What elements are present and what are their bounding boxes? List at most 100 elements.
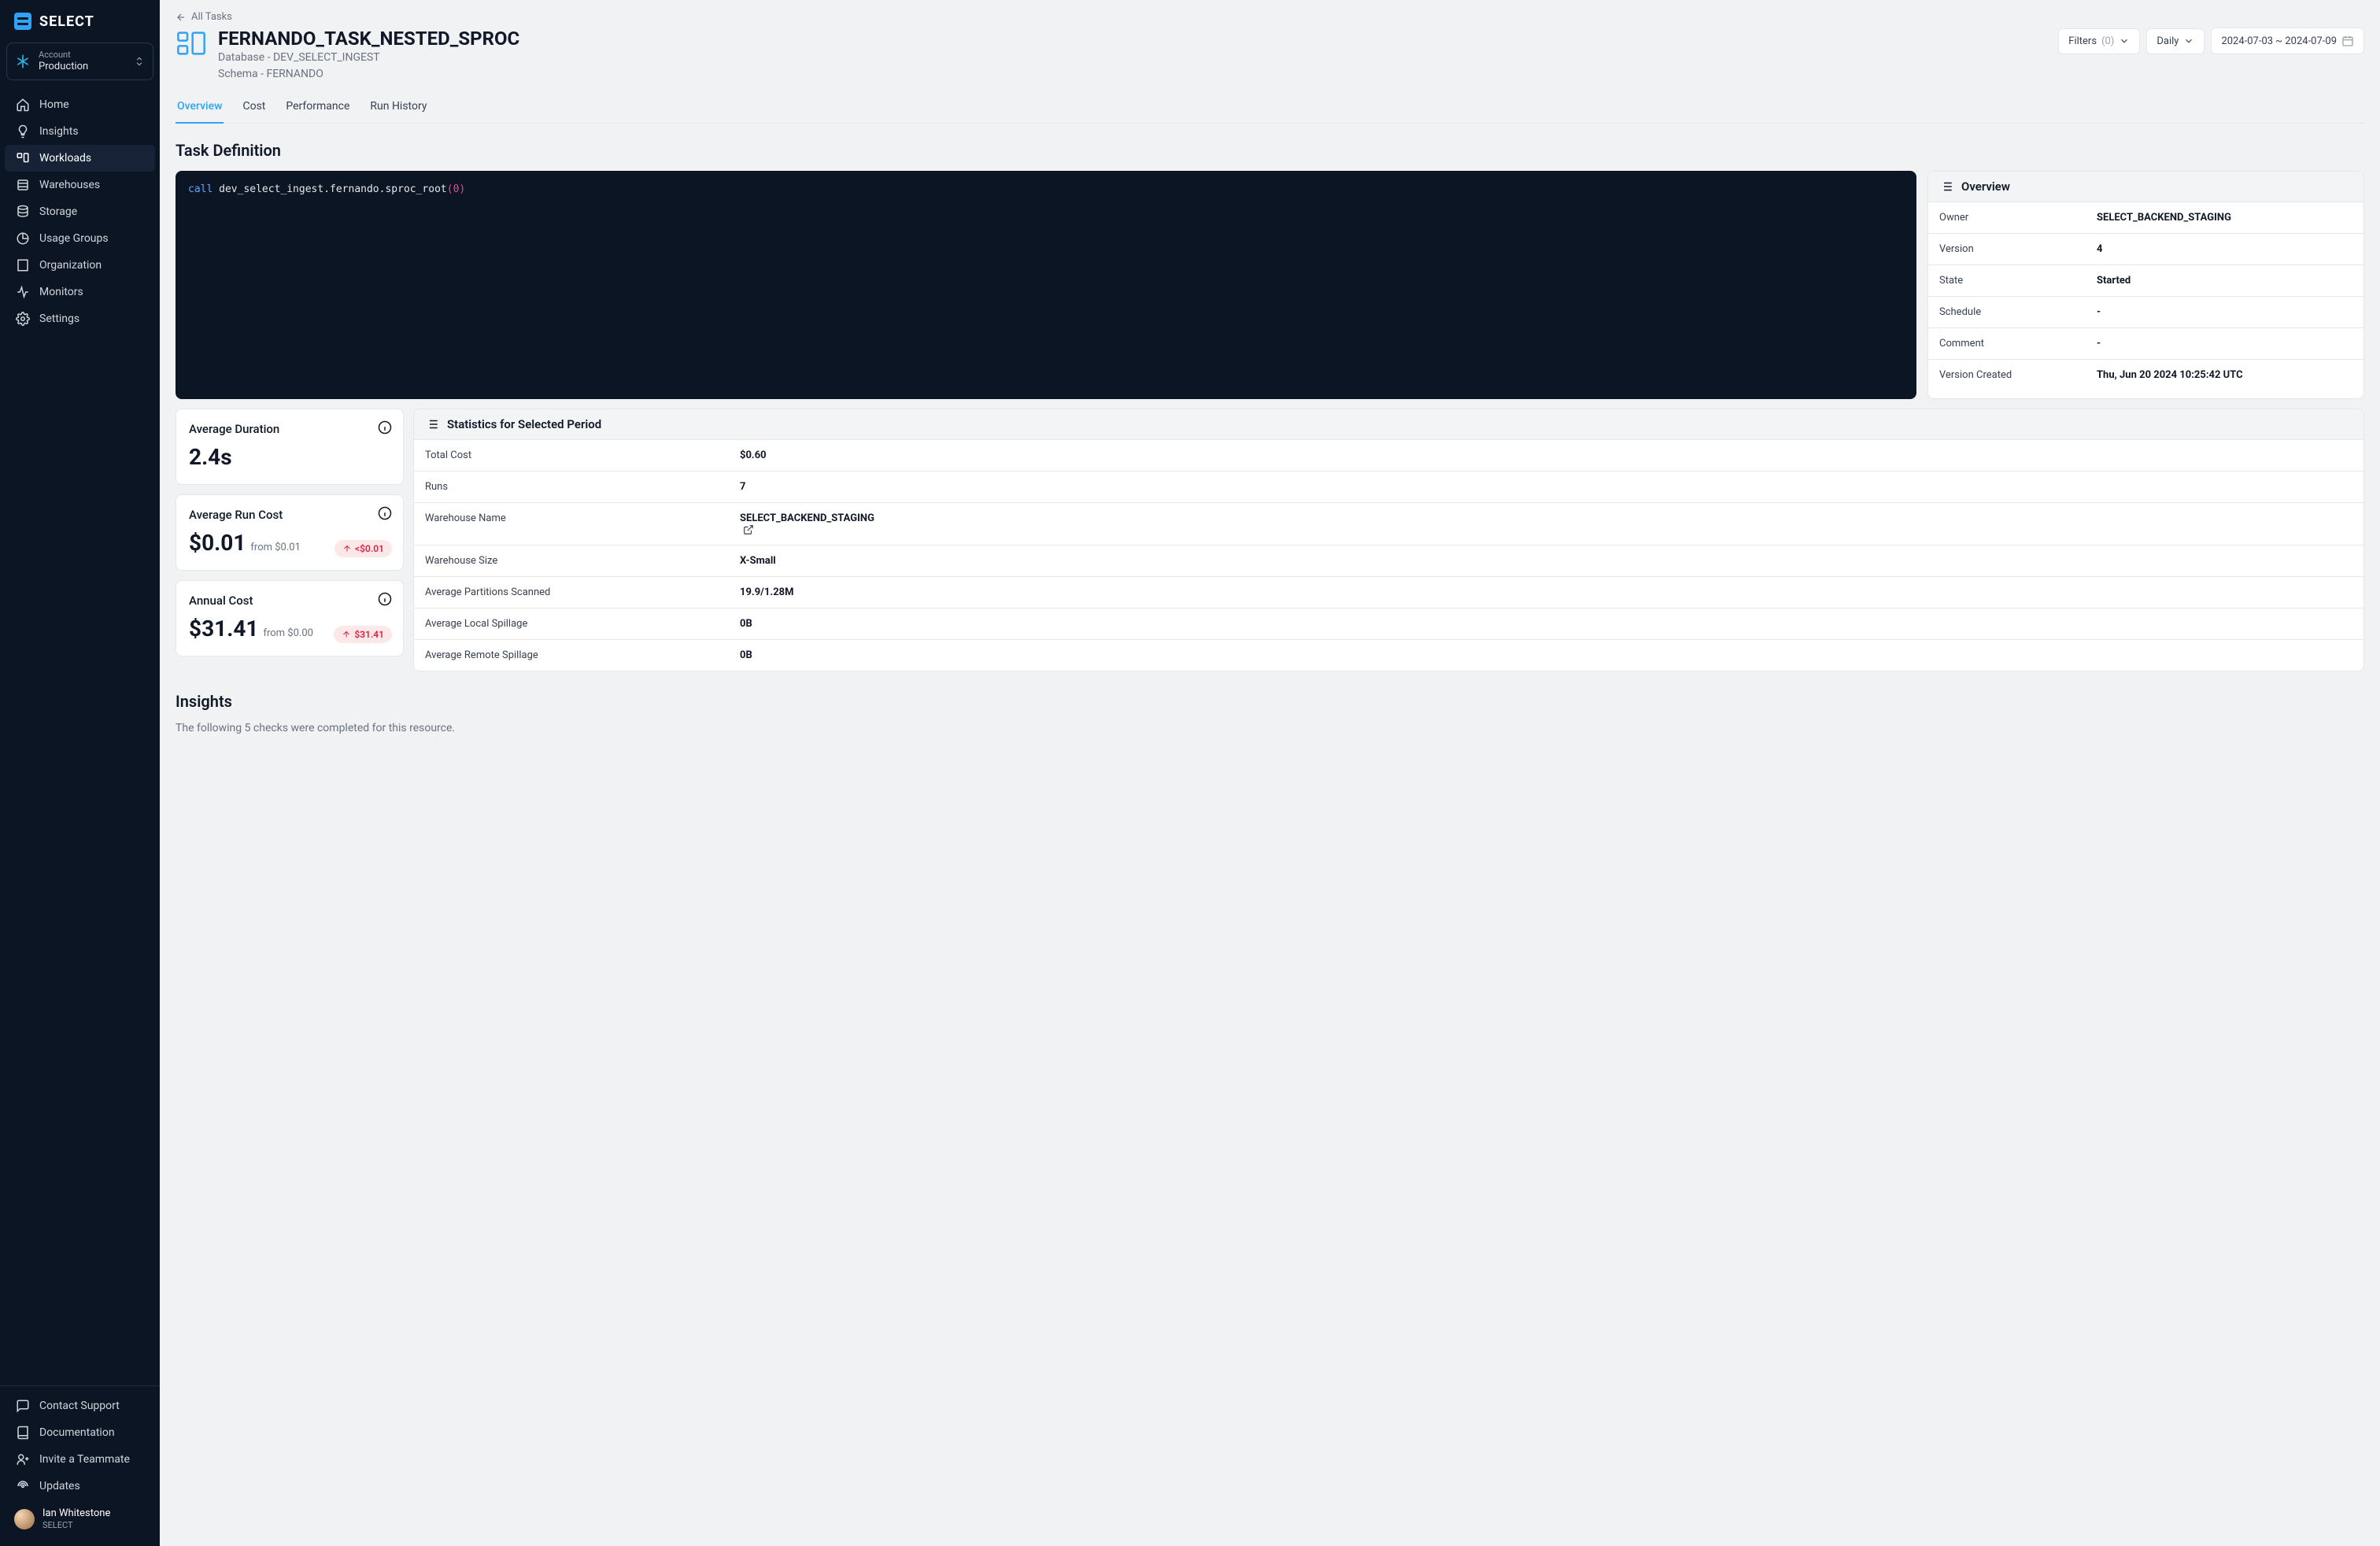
account-selector[interactable]: Account Production — [6, 43, 153, 80]
overview-row: Version CreatedThu, Jun 20 2024 10:25:42… — [1928, 360, 2363, 390]
schema-subtitle: Schema - FERNANDO — [218, 66, 519, 83]
overview-key: Owner — [1939, 212, 2097, 224]
stats-key: Total Cost — [425, 449, 740, 461]
book-icon — [16, 1426, 30, 1440]
sidebar-item-documentation[interactable]: Documentation — [5, 1419, 155, 1446]
overview-value: - — [2097, 306, 2101, 318]
overview-value: 4 — [2097, 243, 2102, 255]
activity-icon — [16, 285, 30, 299]
sidebar-item-usage-groups[interactable]: Usage Groups — [5, 225, 155, 252]
delta-badge: <$0.01 — [334, 540, 392, 557]
stats-key: Runs — [425, 481, 740, 493]
stats-value[interactable]: SELECT_BACKEND_STAGING — [740, 512, 874, 535]
tab-cost[interactable]: Cost — [241, 92, 267, 124]
delta-badge: $31.41 — [334, 626, 392, 643]
calendar-icon — [2341, 35, 2354, 47]
overview-key: Version — [1939, 243, 2097, 255]
chat-icon — [16, 1399, 30, 1413]
building-icon — [16, 258, 30, 272]
overview-value: Thu, Jun 20 2024 10:25:42 UTC — [2097, 369, 2243, 381]
overview-key: Comment — [1939, 338, 2097, 350]
stats-key: Average Partitions Scanned — [425, 586, 740, 598]
granularity-select[interactable]: Daily — [2146, 28, 2204, 54]
breadcrumb-label: All Tasks — [191, 11, 232, 23]
overview-value: - — [2097, 338, 2101, 350]
sidebar-item-label: Invite a Teammate — [39, 1453, 130, 1466]
sidebar-item-label: Storage — [39, 205, 77, 218]
stats-panel: Statistics for Selected Period Total Cos… — [413, 409, 2364, 671]
overview-value: Started — [2097, 275, 2131, 287]
arrow-left-icon — [176, 12, 187, 23]
overview-row: StateStarted — [1928, 265, 2363, 297]
stats-key: Warehouse Size — [425, 555, 740, 567]
sidebar-item-settings[interactable]: Settings — [5, 305, 155, 332]
lightbulb-icon — [16, 124, 30, 139]
info-icon[interactable] — [378, 420, 392, 435]
sidebar-item-organization[interactable]: Organization — [5, 252, 155, 279]
overview-panel-title: Overview — [1961, 179, 2010, 194]
sidebar-item-storage[interactable]: Storage — [5, 198, 155, 225]
sidebar-item-updates[interactable]: Updates — [5, 1473, 155, 1500]
task-definition-heading: Task Definition — [176, 141, 2364, 160]
insights-subtitle: The following 5 checks were completed fo… — [176, 722, 2364, 734]
sidebar-item-label: Usage Groups — [39, 232, 109, 245]
user-org: SELECT — [42, 1520, 110, 1530]
gear-icon — [16, 312, 30, 326]
stats-row: Average Remote Spillage0B — [414, 640, 2363, 671]
stats-key: Average Local Spillage — [425, 618, 740, 630]
stats-value: 0B — [740, 649, 752, 661]
info-icon[interactable] — [378, 592, 392, 606]
sidebar-item-invite-teammate[interactable]: Invite a Teammate — [5, 1446, 155, 1473]
overview-key: Version Created — [1939, 369, 2097, 381]
tab-run-history[interactable]: Run History — [368, 92, 428, 124]
overview-value: SELECT_BACKEND_STAGING — [2097, 212, 2231, 224]
sidebar-item-label: Documentation — [39, 1426, 115, 1439]
sidebar-item-home[interactable]: Home — [5, 91, 155, 118]
stats-row: Warehouse NameSELECT_BACKEND_STAGING — [414, 503, 2363, 546]
sidebar-item-label: Settings — [39, 313, 79, 325]
breadcrumb-all-tasks[interactable]: All Tasks — [176, 11, 2364, 23]
logo-text: SELECT — [39, 13, 94, 30]
chevrons-up-down-icon — [134, 56, 145, 67]
sidebar-item-contact-support[interactable]: Contact Support — [5, 1393, 155, 1419]
tab-performance[interactable]: Performance — [284, 92, 351, 124]
broadcast-icon — [16, 1479, 30, 1493]
info-icon[interactable] — [378, 506, 392, 520]
home-icon — [16, 98, 30, 112]
list-icon — [425, 417, 439, 431]
account-label: Account — [39, 50, 126, 61]
stats-value: X-Small — [740, 555, 776, 567]
sidebar-item-workloads[interactable]: Workloads — [5, 145, 155, 172]
database-subtitle: Database - DEV_SELECT_INGEST — [218, 50, 519, 66]
insights-heading: Insights — [176, 692, 2364, 711]
metric-avg-run-cost: Average Run Cost $0.01from $0.01 <$0.01 — [176, 494, 404, 571]
user-menu[interactable]: Ian Whitestone SELECT — [5, 1500, 155, 1538]
page-title: FERNANDO_TASK_NESTED_SPROC — [218, 28, 519, 50]
metric-annual-cost: Annual Cost $31.41from $0.00 $31.41 — [176, 580, 404, 656]
filters-button[interactable]: Filters (0) — [2058, 28, 2140, 54]
stats-key: Average Remote Spillage — [425, 649, 740, 661]
metric-avg-duration: Average Duration 2.4s — [176, 409, 404, 485]
task-icon — [176, 28, 207, 59]
sidebar-item-monitors[interactable]: Monitors — [5, 279, 155, 305]
sidebar-item-label: Workloads — [39, 152, 91, 165]
stats-row: Total Cost$0.60 — [414, 440, 2363, 472]
date-range-picker[interactable]: 2024-07-03 ~ 2024-07-09 — [2211, 28, 2364, 54]
stats-row: Average Local Spillage0B — [414, 608, 2363, 640]
sidebar-item-insights[interactable]: Insights — [5, 118, 155, 145]
overview-row: OwnerSELECT_BACKEND_STAGING — [1928, 202, 2363, 234]
stats-key: Warehouse Name — [425, 512, 740, 535]
overview-row: Schedule- — [1928, 297, 2363, 328]
database-icon — [16, 205, 30, 219]
chevron-down-icon — [2119, 35, 2130, 46]
warehouse-icon — [16, 178, 30, 192]
overview-panel: Overview OwnerSELECT_BACKEND_STAGING Vers… — [1927, 171, 2364, 399]
sidebar-item-warehouses[interactable]: Warehouses — [5, 172, 155, 198]
account-value: Production — [39, 61, 126, 73]
sidebar-item-label: Updates — [39, 1480, 80, 1492]
tab-overview[interactable]: Overview — [176, 92, 224, 124]
list-icon — [1939, 179, 1953, 194]
chevron-down-icon — [2183, 35, 2194, 46]
sidebar-item-label: Warehouses — [39, 179, 100, 191]
stats-value: 0B — [740, 618, 752, 630]
